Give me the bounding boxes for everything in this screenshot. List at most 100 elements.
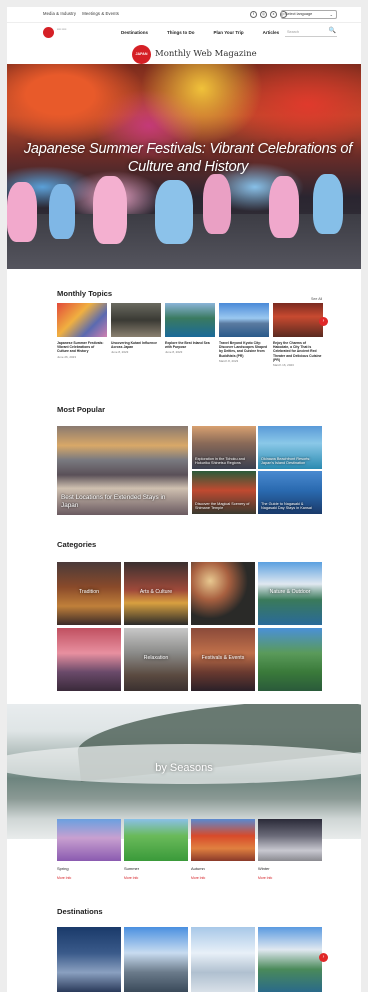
season-card-summer[interactable]: Summer More Info (124, 819, 188, 880)
topic-date: March 8, 2023 (219, 358, 239, 363)
category-shopping[interactable] (57, 628, 121, 691)
topic-card[interactable]: Enjoy the Charms of Hakodate, a City Tha… (273, 303, 323, 367)
chevron-down-icon: ⌄ (329, 12, 333, 17)
nav-item-destinations[interactable]: Destinations (121, 30, 148, 35)
utility-bar: Media & Industry Meetings & Events f ◎ x… (7, 7, 361, 23)
brand-name[interactable]: Monthly Web Magazine (155, 49, 257, 59)
nav-item-things-to-do[interactable]: Things to Do (167, 30, 195, 35)
language-select-value: Select language (285, 12, 313, 16)
topic-date: June 8, 2023 (111, 350, 129, 355)
topic-card[interactable]: Travel Beyond Kyoto City: Discover Lands… (219, 303, 269, 363)
topic-image (111, 303, 161, 337)
utility-links: Media & Industry Meetings & Events (43, 11, 124, 16)
category-tradition[interactable]: Tradition (57, 562, 121, 625)
season-label: Spring (57, 866, 69, 871)
category-nature-outdoor[interactable]: Nature & Outdoor (258, 562, 322, 625)
category-food[interactable] (191, 562, 255, 625)
category-relaxation[interactable]: Relaxation (124, 628, 188, 691)
hero-dancer (93, 176, 127, 244)
topic-image (165, 303, 215, 337)
section-title-destinations: Destinations (57, 907, 103, 916)
page: Media & Industry Meetings & Events f ◎ x… (7, 7, 361, 992)
search-input[interactable]: Search 🔍 (285, 28, 337, 37)
popular-feature-caption: Best Locations for Extended Stays in Jap… (61, 494, 166, 509)
season-label: Winter (258, 866, 270, 871)
hero-dancer (155, 180, 193, 244)
popular-feature-card[interactable]: Best Locations for Extended Stays in Jap… (57, 426, 188, 515)
category-label: Festivals & Events (201, 655, 245, 661)
instagram-icon[interactable]: ◎ (260, 11, 267, 18)
hero-dancer (49, 184, 75, 239)
search-placeholder: Search (287, 30, 300, 34)
hero-dancer (7, 182, 37, 242)
utility-link-media[interactable]: Media & Industry (43, 11, 76, 16)
destination-card[interactable] (124, 927, 188, 992)
topic-card[interactable]: Uncovering Kutani Influence Across Japan… (111, 303, 161, 354)
topic-image (219, 303, 269, 337)
category-label: Nature & Outdoor (269, 589, 311, 595)
popular-caption: Okinawa Beachfront Resorts: Japan's Isla… (261, 456, 311, 466)
logo-icon[interactable] (43, 27, 54, 38)
topic-card[interactable]: Explore the Best Inland Sea with Purpose… (165, 303, 215, 354)
logo-text: ▪▪▪▪ ▪▪▪▪ (57, 27, 67, 31)
section-title-most-popular: Most Popular (57, 405, 106, 414)
topic-caption: Uncovering Kutani Influence Across Japan (111, 341, 157, 350)
popular-caption: Discover the Magical Scenery of Shimane … (195, 501, 250, 511)
brand-logo-mark[interactable]: JAPAN (132, 45, 151, 64)
topic-caption: Explore the Best Inland Sea with Purpose (165, 341, 210, 350)
topic-image (273, 303, 323, 337)
season-image (124, 819, 188, 861)
season-label: Autumn (191, 866, 205, 871)
section-title-categories: Categories (57, 540, 97, 549)
season-label: Summer (124, 866, 140, 871)
utility-link-meetings[interactable]: Meetings & Events (82, 11, 119, 16)
topic-card[interactable]: Japanese Summer Festivals: Vibrant Celeb… (57, 303, 107, 359)
season-image (57, 819, 121, 861)
popular-card[interactable]: Okinawa Beachfront Resorts: Japan's Isla… (258, 426, 322, 469)
category-arts-culture[interactable]: Arts & Culture (124, 562, 188, 625)
destination-card[interactable] (191, 927, 255, 992)
season-image (191, 819, 255, 861)
season-more-link[interactable]: More Info (57, 876, 121, 880)
season-image (258, 819, 322, 861)
season-card-autumn[interactable]: Autumn More Info (191, 819, 255, 880)
seasons-title[interactable]: by Seasons (7, 762, 361, 774)
popular-card[interactable]: Discover the Magical Scenery of Shimane … (192, 471, 256, 514)
destinations-next-button[interactable]: › (319, 953, 328, 962)
category-label: Tradition (79, 589, 99, 595)
season-more-link[interactable]: More Info (258, 876, 322, 880)
carousel-next-button[interactable]: › (319, 317, 328, 326)
hero-dancer (269, 176, 299, 238)
topic-date: March 16, 2023 (273, 363, 294, 368)
topic-caption: Travel Beyond Kyoto City: Discover Lands… (219, 341, 268, 358)
category-label: Arts & Culture (139, 589, 173, 595)
popular-caption: Exploration in the Tohoku and Hokuriku S… (195, 456, 245, 466)
season-card-spring[interactable]: Spring More Info (57, 819, 121, 880)
destination-card[interactable] (258, 927, 322, 992)
see-all-link[interactable]: See All (311, 297, 322, 301)
hero-dancer (203, 174, 231, 234)
season-more-link[interactable]: More Info (124, 876, 188, 880)
hero-dancer (313, 174, 343, 234)
nav-items: Destinations Things to Do Plan Your Trip… (121, 30, 279, 35)
language-select[interactable]: Select language ⌄ (281, 10, 337, 19)
facebook-icon[interactable]: f (250, 11, 257, 18)
season-card-winter[interactable]: Winter More Info (258, 819, 322, 880)
topic-date: June 26, 2023 (57, 354, 77, 359)
x-icon[interactable]: x (270, 11, 277, 18)
section-title-monthly-topics: Monthly Topics (57, 289, 113, 298)
hero-title[interactable]: Japanese Summer Festivals: Vibrant Celeb… (15, 140, 361, 176)
popular-card[interactable]: Exploration in the Tohoku and Hokuriku S… (192, 426, 256, 469)
category-label: Relaxation (143, 655, 169, 661)
search-icon[interactable]: 🔍 (329, 27, 336, 35)
topic-caption: Japanese Summer Festivals: Vibrant Celeb… (57, 341, 104, 354)
hero-banner[interactable]: Japanese Summer Festivals: Vibrant Celeb… (7, 64, 361, 269)
season-more-link[interactable]: More Info (191, 876, 255, 880)
topic-date: June 8, 2023 (165, 350, 183, 355)
popular-card[interactable]: The Guide to Nagasaki & Nagasaki Day Sta… (258, 471, 322, 514)
destination-card[interactable] (57, 927, 121, 992)
nav-item-plan-your-trip[interactable]: Plan Your Trip (214, 30, 244, 35)
nav-item-articles[interactable]: Articles (263, 30, 280, 35)
category-festivals-events[interactable]: Festivals & Events (191, 628, 255, 691)
category-gardens[interactable] (258, 628, 322, 691)
